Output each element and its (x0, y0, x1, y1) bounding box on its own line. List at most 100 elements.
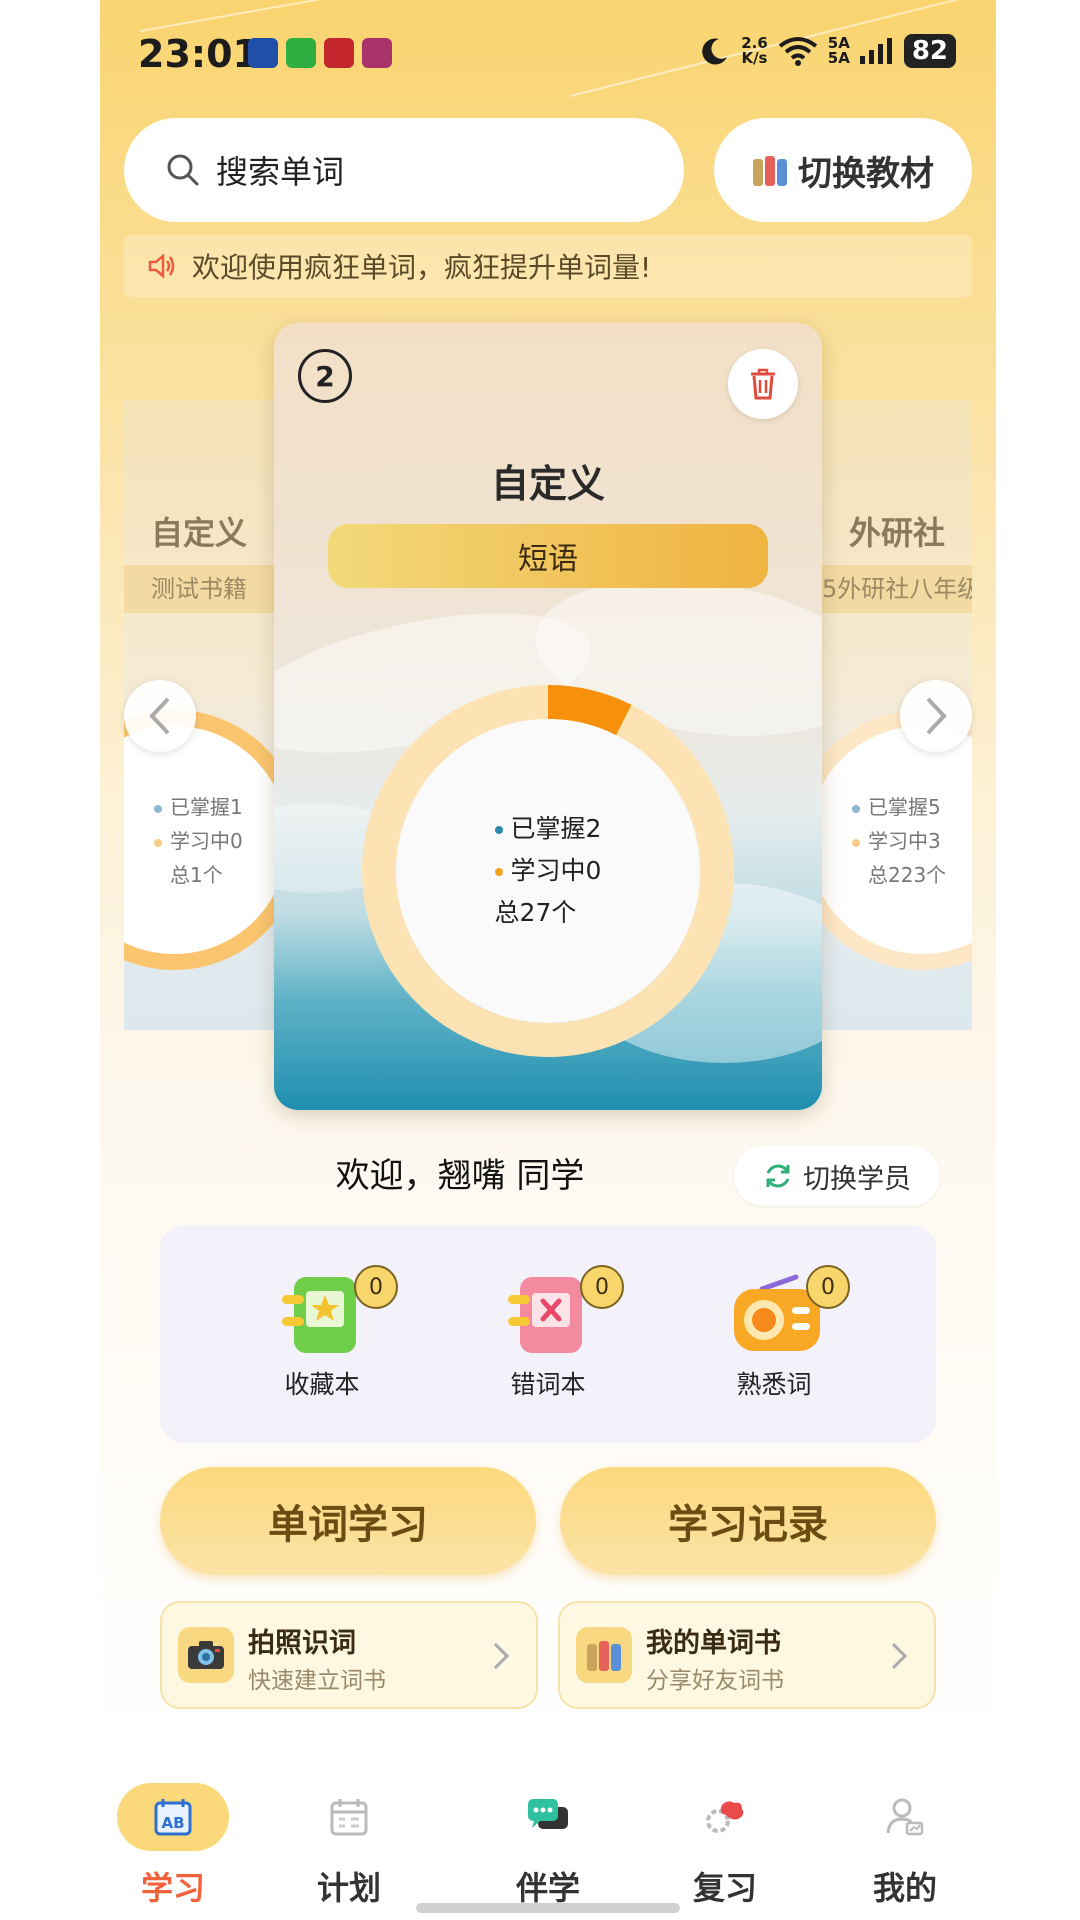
familiar-words-label: 熟悉词 (736, 1370, 812, 1399)
switch-student-label: 切换学员 (803, 1163, 911, 1195)
total-count: 总223个 (868, 863, 947, 887)
wechat-icon (286, 38, 316, 68)
photo-recognition-card[interactable]: 拍照识词 快速建立词书 (160, 1601, 538, 1709)
background-decoration (140, 0, 397, 32)
camera-icon (178, 1627, 234, 1683)
battery-level: 82 (903, 34, 956, 68)
wrong-words-count: 0 (580, 1265, 624, 1309)
notice-text: 欢迎使用疯狂单词，疯狂提升单词量! (192, 251, 652, 284)
familiar-words-count: 0 (806, 1265, 850, 1309)
search-placeholder: 搜索单词 (216, 153, 345, 191)
learning-count: 学习中0 (170, 829, 243, 853)
card-subtitle: 测试书籍 (124, 565, 274, 613)
switch-student-button[interactable]: 切换学员 (734, 1146, 940, 1206)
tab-study[interactable]: AB 学习 (108, 1783, 238, 1909)
card-stats: 已掌握2 学习中0 总27个 (494, 808, 602, 934)
learning-dot (494, 868, 503, 876)
quick-access-panel: 0 收藏本 0 错词本 0 熟悉词 (160, 1225, 936, 1443)
card-stats: 已掌握1 学习中0 总1个 (154, 790, 274, 892)
notice-banner: 欢迎使用疯狂单词，疯狂提升单词量! (124, 235, 972, 297)
notification-app-icon (248, 38, 278, 68)
learning-count: 学习中3 (868, 829, 941, 853)
feature-subtitle: 快速建立词书 (248, 1668, 386, 1694)
chevron-right-icon (493, 1642, 510, 1670)
card-tag: 短语 (328, 524, 768, 588)
notification-app-icon (362, 38, 392, 68)
carousel-next-button[interactable] (900, 680, 972, 752)
total-count: 总27个 (494, 898, 577, 927)
home-indicator[interactable] (416, 1903, 680, 1913)
chat-icon (492, 1783, 604, 1851)
feature-subtitle: 分享好友词书 (646, 1668, 784, 1694)
mastered-dot (852, 804, 860, 813)
current-textbook-card[interactable]: 2 自定义 短语 已掌握2 学习中0 总27个 (274, 323, 822, 1110)
ring-center: 已掌握2 学习中0 总27个 (396, 719, 700, 1023)
wifi-icon (778, 37, 817, 66)
tab-plan[interactable]: 计划 (284, 1783, 414, 1909)
brain-icon (669, 1783, 781, 1851)
search-bar[interactable]: 搜索单词 (124, 118, 684, 222)
profile-icon (849, 1783, 961, 1851)
tab-label: 计划 (316, 1869, 381, 1907)
delete-button[interactable] (728, 349, 798, 419)
svg-text:AB: AB (161, 1814, 184, 1832)
switch-textbook-label: 切换教材 (798, 153, 934, 194)
tab-companion[interactable]: 伴学 (483, 1783, 613, 1909)
search-icon (167, 154, 199, 186)
moon-icon (702, 38, 728, 65)
tab-review[interactable]: 复习 (660, 1783, 790, 1909)
refresh-icon (766, 1164, 790, 1188)
card-title: 外研社 (848, 514, 945, 552)
favorites-count: 0 (354, 1265, 398, 1309)
mastered-dot (154, 804, 162, 813)
card-title: 自定义 (150, 514, 247, 552)
tab-label: 我的 (872, 1869, 937, 1907)
card-title: 自定义 (490, 462, 605, 506)
radio-icon: 0 (732, 1265, 850, 1357)
chevron-left-icon (149, 697, 170, 735)
learning-dot (852, 838, 860, 847)
chevron-right-icon (891, 1642, 908, 1670)
mastered-count: 已掌握5 (868, 795, 941, 819)
books-icon (576, 1627, 632, 1683)
tab-label: 学习 (140, 1869, 205, 1907)
wrong-words-icon: 0 (506, 1265, 624, 1357)
card-subtitle: 5外研社八年级 (822, 565, 972, 613)
notification-app-icon (324, 38, 354, 68)
total-count: 总1个 (170, 863, 223, 887)
net-speed: 2.6 K/s (741, 34, 768, 67)
feature-title: 拍照识词 (248, 1628, 356, 1659)
calendar-icon (293, 1783, 405, 1851)
carousel-prev-button[interactable] (124, 680, 196, 752)
books-icon (753, 156, 787, 186)
tab-mine[interactable]: 我的 (840, 1783, 970, 1909)
welcome-text: 欢迎，翘嘴 同学 (335, 1156, 585, 1196)
speaker-icon (148, 253, 175, 279)
word-study-button[interactable]: 单词学习 (160, 1467, 536, 1575)
favorites-icon: 0 (280, 1265, 398, 1357)
learning-dot (154, 838, 162, 847)
tab-label: 复习 (692, 1869, 757, 1907)
bottom-tab-bar: AB 学习 计划 伴学 复习 我的 (100, 1753, 996, 1920)
mastered-count: 已掌握1 (170, 795, 243, 819)
ab-book-icon: AB (117, 1783, 229, 1851)
wrong-words-button[interactable]: 0 错词本 (448, 1265, 648, 1401)
study-record-button[interactable]: 学习记录 (560, 1467, 936, 1575)
my-wordbooks-card[interactable]: 我的单词书 分享好友词书 (558, 1601, 936, 1709)
trash-icon (751, 368, 775, 400)
feature-title: 我的单词书 (646, 1628, 781, 1659)
favorites-button[interactable]: 0 收藏本 (222, 1265, 422, 1401)
learning-count: 学习中0 (510, 856, 602, 885)
familiar-words-button[interactable]: 0 熟悉词 (674, 1265, 874, 1401)
card-stats: 已掌握5 学习中3 总223个 (852, 790, 972, 892)
app-screen: 23:01 2.6 K/s 5A 5A 82 搜索单词 切换教材 欢迎使用疯狂单词，… (100, 0, 996, 1920)
signal-bars-icon (859, 38, 892, 64)
progress-ring: 已掌握2 学习中0 总27个 (362, 685, 734, 1057)
status-indicators: 2.6 K/s 5A 5A 82 (699, 34, 956, 68)
favorites-label: 收藏本 (284, 1370, 360, 1399)
wrong-words-label: 错词本 (510, 1370, 586, 1399)
mastered-count: 已掌握2 (510, 814, 602, 843)
switch-textbook-button[interactable]: 切换教材 (714, 118, 972, 222)
status-time: 23:01 (138, 32, 259, 76)
signal-labels: 5A 5A (827, 34, 850, 67)
